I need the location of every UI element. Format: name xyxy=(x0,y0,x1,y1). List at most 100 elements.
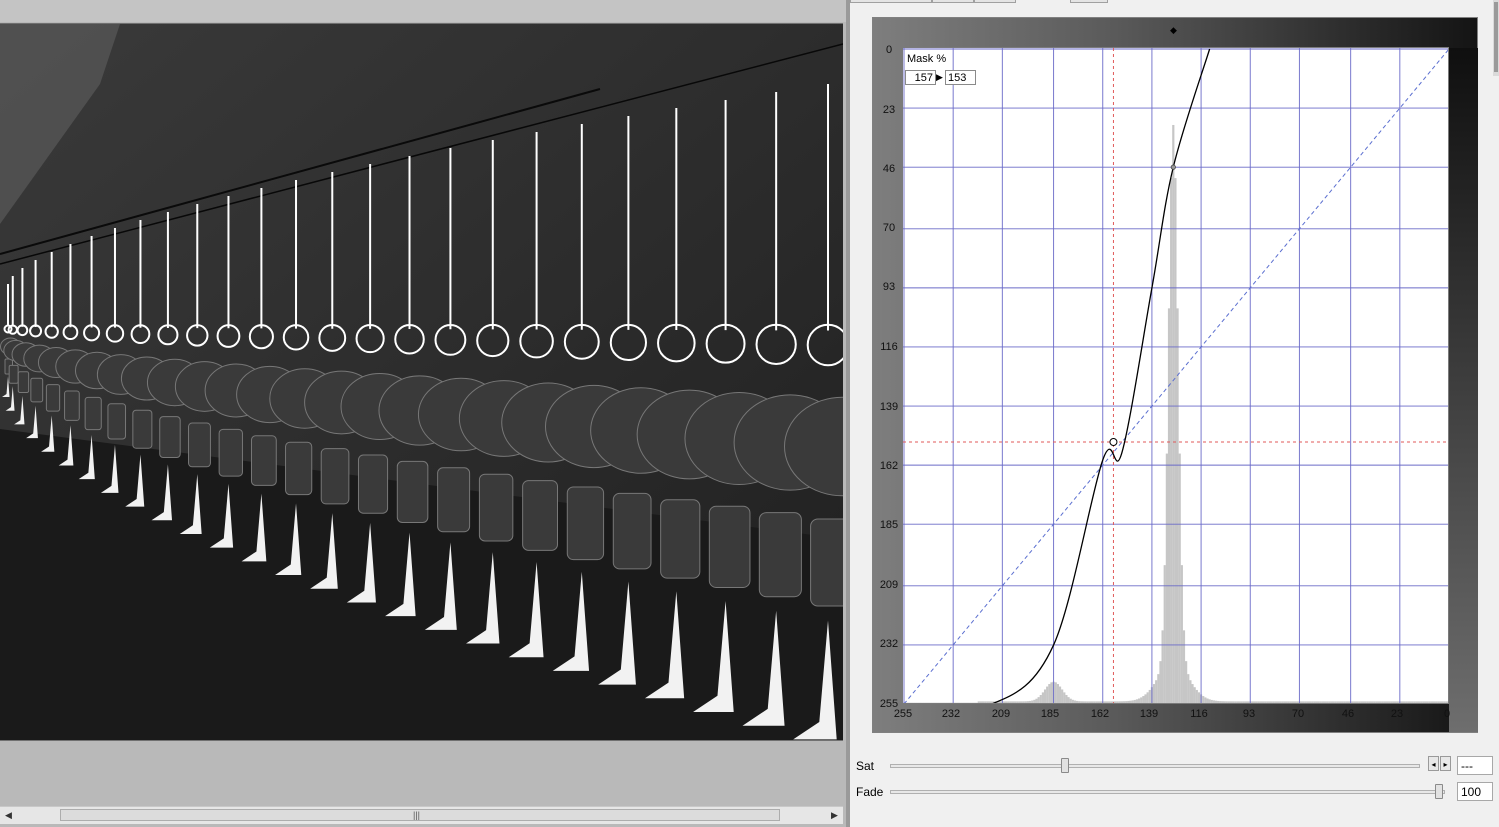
histogram-bar xyxy=(1058,686,1062,703)
histogram-bar xyxy=(1313,701,1316,703)
spin-right-icon[interactable]: ▸ xyxy=(1440,756,1451,771)
tab-3[interactable] xyxy=(974,0,1016,3)
histogram-bar xyxy=(907,702,910,703)
histogram-bar xyxy=(1069,698,1072,703)
histogram-bar xyxy=(1270,701,1273,703)
mask-readout: Mask % 157 ▶ 153 xyxy=(905,51,977,87)
histogram-bar xyxy=(1189,680,1192,703)
histogram-bar xyxy=(1426,701,1429,703)
vertical-scrollbar[interactable] xyxy=(1493,0,1499,76)
hanging-tag xyxy=(218,428,243,477)
histogram-bar xyxy=(1411,701,1414,703)
histogram-bar xyxy=(1011,701,1015,703)
scroll-left-arrow-icon[interactable]: ◀ xyxy=(0,807,17,824)
histogram-bar xyxy=(1360,701,1363,703)
top-marker-icon[interactable]: ◆ xyxy=(1170,26,1177,35)
histogram-bar xyxy=(1076,700,1079,703)
histogram-bar xyxy=(1028,700,1032,703)
horizontal-scrollbar[interactable]: ◀ ||| ▶ xyxy=(0,806,843,824)
hanging-tag xyxy=(250,435,277,486)
histogram-bar xyxy=(956,702,959,703)
histogram-bar xyxy=(1202,696,1205,703)
histogram-bar xyxy=(1056,684,1059,703)
histogram-bar xyxy=(1037,697,1040,703)
mask-input-field[interactable]: 157 xyxy=(905,70,936,85)
scroll-right-arrow-icon[interactable]: ▶ xyxy=(826,807,843,824)
histogram-bar xyxy=(1078,701,1081,703)
histogram-bar xyxy=(1294,701,1297,703)
histogram-bar xyxy=(1140,697,1143,703)
image-pane-top-strip xyxy=(0,0,846,22)
histogram-bar xyxy=(1061,689,1064,703)
histogram-bar xyxy=(1424,701,1427,703)
histogram-bar xyxy=(1291,701,1295,703)
histogram-bar xyxy=(1026,701,1030,703)
y-tick-label: 46 xyxy=(882,163,896,175)
arrow-right-icon: ▶ xyxy=(936,72,943,82)
x-tick-label: 255 xyxy=(893,708,913,720)
histogram-bar xyxy=(1165,453,1168,703)
histogram-bar xyxy=(1182,630,1186,703)
mask-label: Mask % xyxy=(907,53,947,65)
hanging-tag xyxy=(64,390,80,421)
tab-4[interactable] xyxy=(1070,0,1108,3)
histogram-bar xyxy=(1152,684,1156,703)
histogram-bar xyxy=(1123,701,1126,703)
histogram-bar xyxy=(1323,701,1327,703)
histogram-bar xyxy=(1383,701,1386,703)
sat-value-field[interactable]: --- xyxy=(1457,756,1493,775)
y-tick-label: 93 xyxy=(882,281,896,293)
hanging-tag xyxy=(437,467,471,533)
vertical-scrollbar-thumb[interactable] xyxy=(1494,2,1498,72)
histogram-bar xyxy=(1022,701,1025,703)
spin-left-icon[interactable]: ◂ xyxy=(1428,756,1439,771)
histogram-bar xyxy=(1014,701,1017,703)
histogram-bar xyxy=(1204,697,1207,703)
horizontal-scrollbar-thumb[interactable]: ||| xyxy=(60,809,780,821)
histogram-bar xyxy=(924,702,927,703)
histogram-bar xyxy=(1120,701,1124,703)
histogram-bar xyxy=(1330,701,1333,703)
histogram-bar xyxy=(1392,701,1395,703)
y-tick-label: 0 xyxy=(885,44,893,56)
histogram-bar xyxy=(1257,701,1260,703)
histogram-bar xyxy=(1110,701,1113,703)
histogram-bar xyxy=(988,701,991,703)
histogram-bar xyxy=(909,702,912,703)
histogram-bar xyxy=(1125,701,1128,703)
histogram-bar xyxy=(1334,701,1337,703)
histogram-bar xyxy=(1009,701,1012,703)
histogram-bar xyxy=(1144,694,1147,703)
tab-2[interactable] xyxy=(932,0,974,3)
sat-slider-track[interactable] xyxy=(890,764,1420,768)
histogram-bar xyxy=(1287,701,1290,703)
histogram-bar xyxy=(1306,701,1310,703)
histogram-bar xyxy=(1219,701,1222,703)
mask-output-field[interactable]: 153 xyxy=(945,70,976,85)
image-pane: ◀ ||| ▶ xyxy=(0,0,846,827)
histogram-bar xyxy=(1067,697,1070,703)
histogram-bar xyxy=(1148,689,1151,703)
curve-plot-area[interactable]: Mask % 157 ▶ 153 xyxy=(902,47,1449,704)
x-tick-label: 232 xyxy=(941,708,961,720)
histogram-bar xyxy=(1428,701,1431,703)
sat-slider-thumb[interactable] xyxy=(1060,758,1069,773)
image-preview[interactable] xyxy=(0,23,843,741)
y-tick-label: 162 xyxy=(879,460,899,472)
histogram-bar xyxy=(1264,701,1267,703)
histogram-bar xyxy=(1118,701,1121,703)
histogram-bar xyxy=(1043,689,1047,703)
tab-1[interactable] xyxy=(850,0,932,3)
histogram-bar xyxy=(1005,701,1008,703)
histogram-bar xyxy=(1103,701,1107,703)
histogram-bar xyxy=(1409,701,1412,703)
histogram-bar xyxy=(919,702,923,703)
histogram-bar xyxy=(1214,700,1218,703)
fade-value-field[interactable]: 100 xyxy=(1457,782,1493,801)
histogram-bar xyxy=(1191,684,1194,703)
histogram-bar xyxy=(1232,701,1235,703)
fade-slider-thumb[interactable] xyxy=(1435,784,1443,799)
histogram-bar xyxy=(1161,630,1164,703)
histogram-bar xyxy=(1255,701,1258,703)
fade-slider-track[interactable] xyxy=(890,790,1445,794)
